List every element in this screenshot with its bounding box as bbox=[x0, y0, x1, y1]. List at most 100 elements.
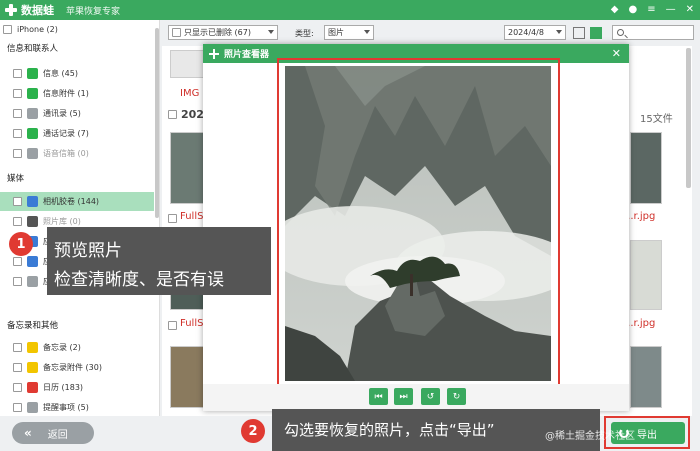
user-icon[interactable]: ● bbox=[628, 3, 637, 17]
sidebar-item[interactable]: 备忘录 (2) bbox=[0, 338, 154, 357]
sidebar-item-checkbox[interactable] bbox=[13, 149, 22, 158]
thumbnail[interactable] bbox=[630, 240, 662, 310]
sidebar-item-label: 信息附件 (1) bbox=[43, 89, 89, 98]
type-value: 图片 bbox=[328, 28, 344, 37]
thumbnail[interactable] bbox=[170, 346, 204, 408]
sidebar-group-title: 媒体 bbox=[7, 174, 25, 184]
thumbnail[interactable] bbox=[170, 50, 204, 78]
device-row[interactable]: iPhone (2) bbox=[0, 20, 154, 39]
thumbnail[interactable] bbox=[630, 346, 662, 408]
photo-checkbox[interactable] bbox=[168, 214, 177, 223]
type-select[interactable]: 图片 bbox=[324, 25, 374, 40]
sidebar-item[interactable]: 语音信箱 (0) bbox=[0, 144, 154, 163]
title-bar: 数据蛙 苹果恢复专家 ◆ ● ≡ — ✕ bbox=[0, 0, 700, 20]
date-select[interactable]: 2024/4/8 bbox=[504, 25, 566, 40]
chevron-down-icon bbox=[556, 30, 562, 34]
sidebar-item-checkbox[interactable] bbox=[13, 343, 22, 352]
message-icon bbox=[27, 68, 38, 79]
menu-icon[interactable]: ≡ bbox=[647, 3, 655, 17]
sidebar-item[interactable]: 提醒事项 (5) bbox=[0, 398, 154, 417]
list-view-icon[interactable] bbox=[573, 27, 585, 39]
rotate-right-button[interactable]: ↻ bbox=[447, 388, 466, 405]
category-sidebar: iPhone (2) 信息和联系人信息 (45) 信息附件 (1) 通讯录 (5) 通… bbox=[0, 20, 160, 416]
sidebar-item-label: 通讯录 (5) bbox=[43, 109, 81, 118]
date-value: 2024/4/8 bbox=[508, 28, 544, 37]
sidebar-item-checkbox[interactable] bbox=[13, 129, 22, 138]
grid-view-icon[interactable] bbox=[590, 27, 602, 39]
sidebar-item-label: 提醒事项 (5) bbox=[43, 403, 89, 412]
first-photo-button[interactable]: ⏮ bbox=[369, 388, 388, 405]
sidebar-item-label: 通话记录 (7) bbox=[43, 129, 89, 138]
chevron-down-icon bbox=[364, 30, 370, 34]
main-scrollbar[interactable] bbox=[686, 48, 691, 188]
step-2-badge: 2 bbox=[241, 419, 265, 443]
sidebar-scrollbar[interactable] bbox=[155, 28, 159, 218]
sidebar-item-checkbox[interactable] bbox=[13, 69, 22, 78]
sidebar-item-label: 语音信箱 (0) bbox=[43, 149, 89, 158]
thumbnail[interactable] bbox=[170, 132, 204, 204]
sidebar-item-checkbox[interactable] bbox=[13, 89, 22, 98]
rotate-left-button[interactable]: ↺ bbox=[421, 388, 440, 405]
sidebar-item-label: 备忘录附件 (30) bbox=[43, 363, 102, 372]
message-attachment-icon bbox=[27, 88, 38, 99]
sidebar-item-label: 信息 (45) bbox=[43, 69, 78, 78]
sidebar-item-checkbox[interactable] bbox=[13, 383, 22, 392]
camera-roll-icon bbox=[27, 196, 38, 207]
call-log-icon bbox=[27, 128, 38, 139]
chevron-down-icon bbox=[268, 30, 274, 34]
sidebar-item-checkbox[interactable] bbox=[13, 277, 22, 286]
file-name: IMG bbox=[180, 88, 200, 99]
search-input[interactable] bbox=[612, 25, 694, 40]
sidebar-item-checkbox[interactable] bbox=[13, 403, 22, 412]
notes-icon bbox=[27, 342, 38, 353]
diamond-icon[interactable]: ◆ bbox=[611, 3, 619, 17]
sidebar-item[interactable]: 日历 (183) bbox=[0, 378, 154, 397]
thumbnail[interactable] bbox=[630, 132, 662, 204]
step-1-callout: 预览照片 检查清晰度、是否有误 bbox=[47, 227, 271, 295]
viewer-title: 照片查看器 bbox=[224, 50, 270, 60]
window-controls: ◆ ● ≡ — ✕ bbox=[611, 3, 694, 17]
sidebar-item-checkbox[interactable] bbox=[13, 197, 22, 206]
watermark-text: @稀土掘金技术社区 bbox=[545, 431, 635, 442]
viewer-control-bar bbox=[203, 384, 629, 411]
sidebar-item-checkbox[interactable] bbox=[13, 217, 22, 226]
photo-checkbox[interactable] bbox=[168, 321, 177, 330]
back-button[interactable]: « 返回 bbox=[12, 422, 94, 444]
mountain-photo-image bbox=[285, 66, 551, 381]
sidebar-item[interactable]: 通讯录 (5) bbox=[0, 104, 154, 123]
filter-toolbar: 只显示已删除 (67) 类型: 图片 2024/4/8 bbox=[162, 22, 700, 44]
app-logo: 数据蛙 bbox=[4, 2, 54, 18]
deleted-filter-select[interactable]: 只显示已删除 (67) bbox=[168, 25, 278, 40]
date-group-checkbox[interactable] bbox=[168, 110, 177, 119]
viewer-close-button[interactable]: ✕ bbox=[612, 47, 621, 60]
minimize-icon[interactable]: — bbox=[666, 3, 676, 17]
double-chevron-left-icon: « bbox=[24, 426, 32, 440]
device-label: iPhone (2) bbox=[17, 25, 58, 34]
sidebar-item[interactable]: 信息 (45) bbox=[0, 64, 154, 83]
calendar-icon bbox=[27, 382, 38, 393]
app-plus-icon bbox=[209, 48, 219, 59]
back-button-label: 返回 bbox=[47, 429, 68, 441]
type-label: 类型: bbox=[295, 29, 314, 38]
app-name: 数据蛙 bbox=[21, 4, 54, 17]
select-all-checkbox[interactable] bbox=[172, 28, 181, 37]
last-photo-button[interactable]: ⏭ bbox=[394, 388, 413, 405]
sidebar-item[interactable]: 通话记录 (7) bbox=[0, 124, 154, 143]
sidebar-item-checkbox[interactable] bbox=[13, 363, 22, 372]
sidebar-item[interactable]: 备忘录附件 (30) bbox=[0, 358, 154, 377]
logo-plus-icon bbox=[4, 3, 18, 17]
sidebar-item-checkbox[interactable] bbox=[13, 109, 22, 118]
step-1-line-2: 检查清晰度、是否有误 bbox=[54, 270, 224, 290]
sidebar-item-label: 日历 (183) bbox=[43, 383, 84, 392]
voicemail-icon bbox=[27, 148, 38, 159]
sidebar-item[interactable]: 相机胶卷 (144) bbox=[0, 192, 154, 211]
sidebar-item-label: 相机胶卷 (144) bbox=[43, 197, 100, 206]
photo-library-icon bbox=[27, 216, 38, 227]
sidebar-item-label: 备忘录 (2) bbox=[43, 343, 81, 352]
device-checkbox[interactable] bbox=[3, 25, 12, 34]
sidebar-item-label: 照片库 (0) bbox=[43, 217, 81, 226]
sidebar-item-checkbox[interactable] bbox=[13, 257, 22, 266]
sidebar-group-title: 信息和联系人 bbox=[7, 44, 59, 54]
close-window-icon[interactable]: ✕ bbox=[686, 3, 694, 17]
sidebar-item[interactable]: 信息附件 (1) bbox=[0, 84, 154, 103]
